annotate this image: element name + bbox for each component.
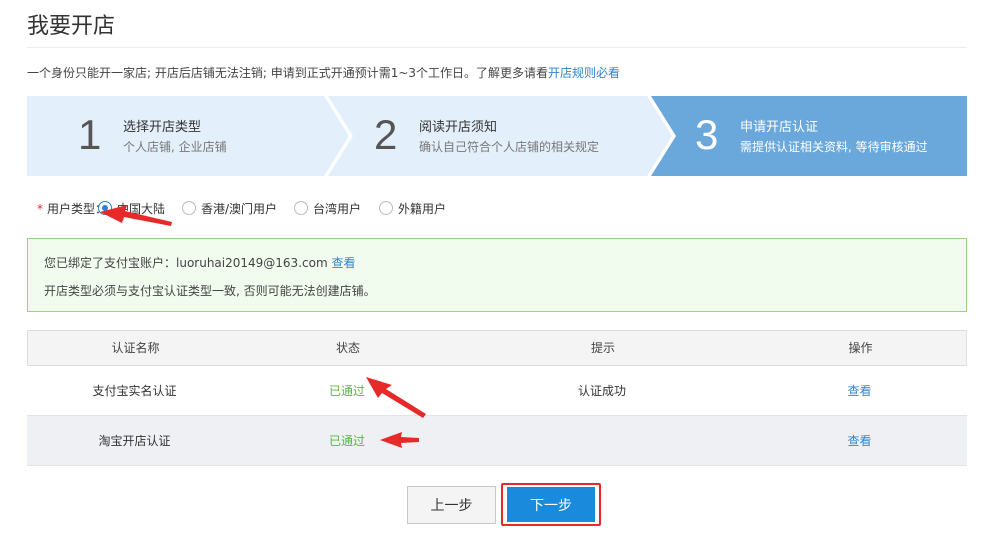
table-row: 淘宝开店认证 已通过 查看 xyxy=(27,416,967,466)
radio-circle-checked[interactable] xyxy=(98,201,112,215)
radio-hk-macau[interactable]: 香港/澳门用户 xyxy=(182,198,277,218)
radio-mainland[interactable]: 中国大陆 xyxy=(98,198,165,218)
alipay-warning: 开店类型必须与支付宝认证类型一致, 否则可能无法创建店铺。 xyxy=(44,284,376,298)
header-status: 状态 xyxy=(335,341,360,355)
radio-circle[interactable] xyxy=(182,201,196,215)
step-3: 3 申请开店认证 需提供认证相关资料, 等待审核通过 xyxy=(651,96,967,176)
cert-name: 支付宝实名认证 xyxy=(92,384,177,398)
step-1-title: 选择开店类型 xyxy=(123,120,202,135)
radio-foreign[interactable]: 外籍用户 xyxy=(379,198,446,218)
status-badge: 已通过 xyxy=(328,434,365,448)
page-title: 我要开店 xyxy=(27,14,116,39)
notice-text: 一个身份只能开一家店; 开店后店铺无法注销; 申请到正式开通预计需1~3个工作日… xyxy=(27,64,620,81)
step-3-number: 3 xyxy=(695,111,719,158)
header-hint: 提示 xyxy=(590,341,615,355)
radio-foreign-label: 外籍用户 xyxy=(398,201,447,216)
table-row: 支付宝实名认证 已通过 认证成功 查看 xyxy=(27,366,967,416)
next-button-highlight: 下一步 xyxy=(501,483,601,526)
step-1-number: 1 xyxy=(78,111,102,158)
step-1: 1 选择开店类型 个人店铺, 企业店铺 xyxy=(27,96,324,176)
header-cert-name: 认证名称 xyxy=(111,341,160,355)
cert-hint: 认证成功 xyxy=(577,384,626,398)
required-mark: * xyxy=(37,202,43,216)
title-divider xyxy=(27,47,967,48)
radio-mainland-label: 中国大陆 xyxy=(117,201,166,216)
header-action: 操作 xyxy=(848,341,873,355)
alipay-bound-text: 您已绑定了支付宝账户：luoruhai20149@163.com xyxy=(44,256,328,270)
view-link[interactable]: 查看 xyxy=(752,416,967,466)
alipay-info-box: 您已绑定了支付宝账户：luoruhai20149@163.com 查看 开店类型… xyxy=(27,238,967,312)
radio-hk-macau-label: 香港/澳门用户 xyxy=(201,201,278,216)
radio-taiwan-label: 台湾用户 xyxy=(313,201,362,216)
alipay-view-link[interactable]: 查看 xyxy=(331,256,355,270)
radio-taiwan[interactable]: 台湾用户 xyxy=(294,198,361,218)
cert-name: 淘宝开店认证 xyxy=(98,434,171,448)
alipay-bound-line: 您已绑定了支付宝账户：luoruhai20149@163.com 查看 xyxy=(44,254,355,271)
next-step-button[interactable]: 下一步 xyxy=(507,487,595,522)
prev-step-button[interactable]: 上一步 xyxy=(407,486,496,524)
step-2-number: 2 xyxy=(374,111,398,158)
user-type-label: * 用户类型： xyxy=(37,200,107,217)
radio-circle[interactable] xyxy=(294,201,308,215)
shop-rules-link[interactable]: 开店规则必看 xyxy=(548,66,620,80)
table-header: 认证名称 状态 提示 操作 xyxy=(27,330,967,366)
notice-message: 一个身份只能开一家店; 开店后店铺无法注销; 申请到正式开通预计需1~3个工作日… xyxy=(27,66,549,80)
radio-circle[interactable] xyxy=(379,201,393,215)
step-1-desc: 个人店铺, 企业店铺 xyxy=(123,140,227,154)
step-3-title: 申请开店认证 xyxy=(740,120,819,135)
status-badge: 已通过 xyxy=(328,384,365,398)
step-2-desc: 确认自己符合个人店铺的相关规定 xyxy=(419,140,600,154)
step-2: 2 阅读开店须知 确认自己符合个人店铺的相关规定 xyxy=(328,96,647,176)
step-3-desc: 需提供认证相关资料, 等待审核通过 xyxy=(740,140,928,154)
step-progress: 1 选择开店类型 个人店铺, 企业店铺 2 阅读开店须知 确认自己符合个人店铺的… xyxy=(27,96,967,176)
step-2-title: 阅读开店须知 xyxy=(419,120,498,135)
view-link[interactable]: 查看 xyxy=(752,366,967,416)
